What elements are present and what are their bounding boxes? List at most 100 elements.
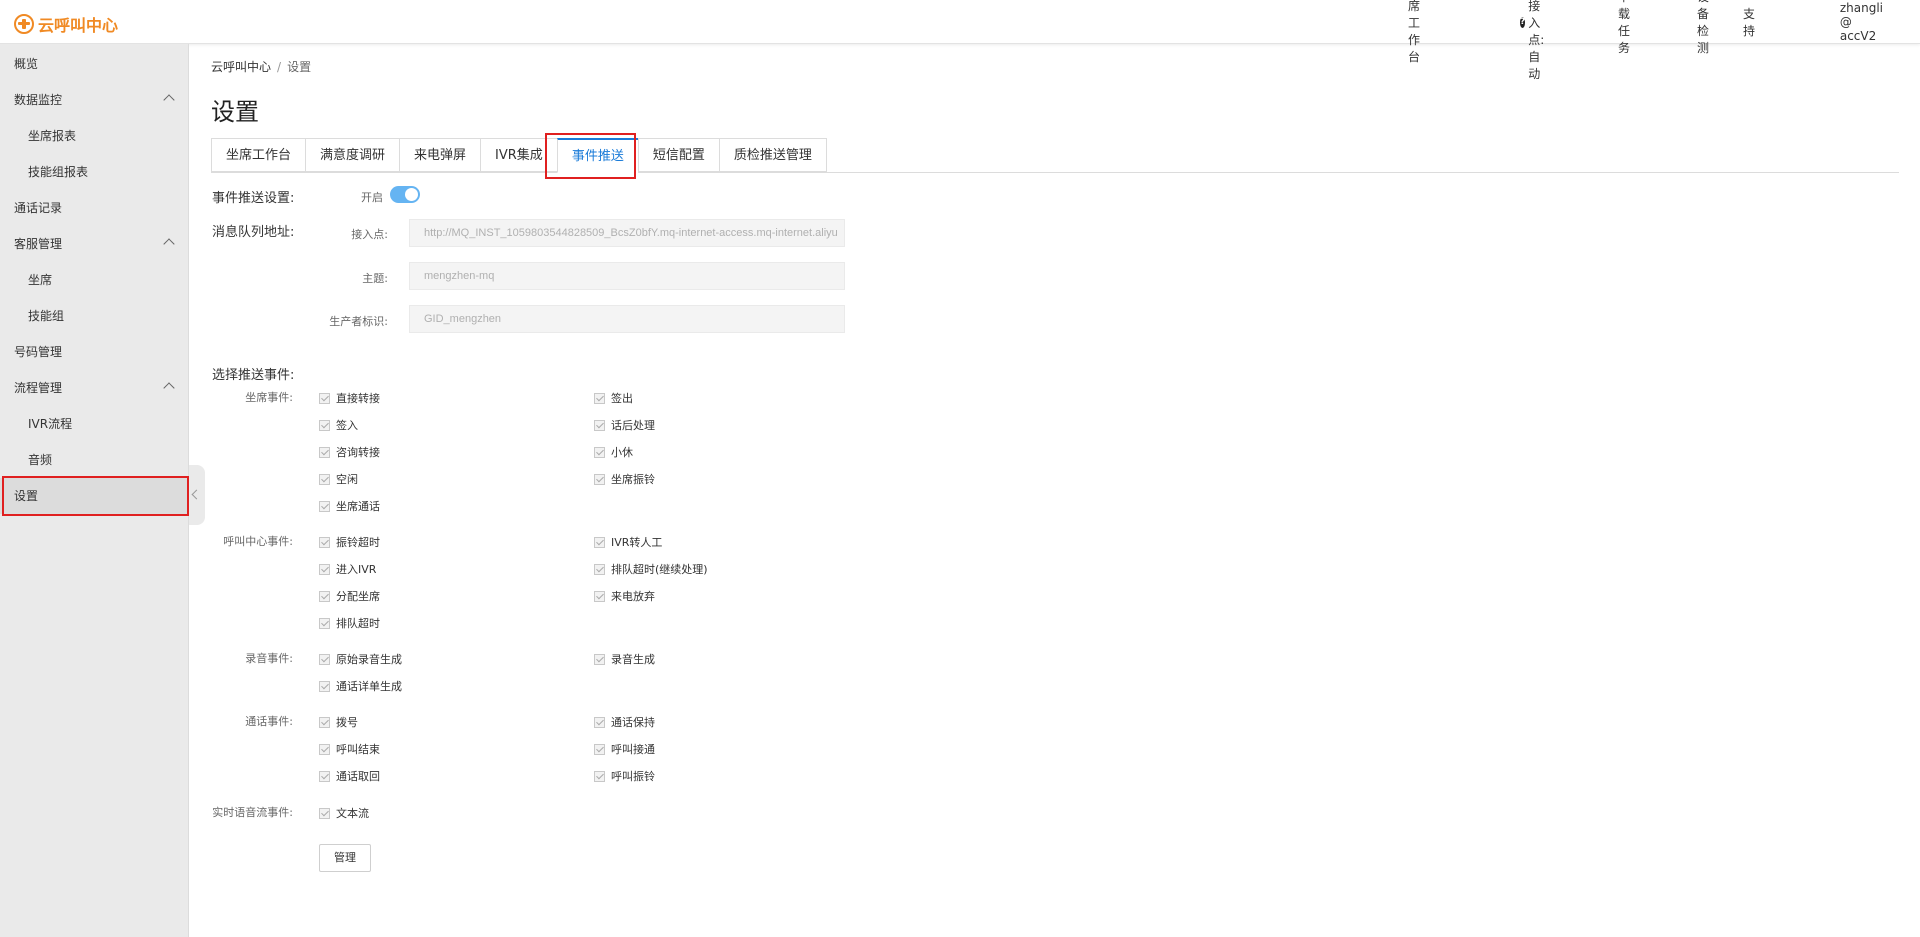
checkbox-label: 呼叫振铃 — [611, 770, 655, 783]
breadcrumb-separator: / — [277, 60, 282, 74]
checkbox-icon — [594, 653, 605, 665]
checkbox-label: 直接转接 — [336, 392, 380, 405]
producer-label: 生产者标识: — [329, 315, 388, 328]
checkbox-call-event[interactable]: 通话取回 — [319, 768, 380, 784]
sidebar: 概览 数据监控 坐席报表 技能组报表 通话记录 客服管理 坐席 技能组 号码管理… — [0, 44, 189, 937]
checkbox-label: 通话取回 — [336, 770, 380, 783]
sidebar-item-cs-mgmt[interactable]: 客服管理 — [0, 226, 189, 262]
breadcrumb-root[interactable]: 云呼叫中心 — [211, 60, 271, 74]
endpoint-field[interactable]: http://MQ_INST_1059803544828509_BcsZ0bfY… — [409, 219, 845, 247]
checkbox-call-event[interactable]: 呼叫结束 — [319, 741, 380, 757]
brand-name: 云呼叫中心 — [38, 16, 119, 35]
checkbox-label: 来电放弃 — [611, 590, 655, 603]
checkbox-call-event[interactable]: 呼叫接通 — [594, 741, 655, 757]
checkbox-call-event[interactable]: 拨号 — [319, 714, 358, 730]
topnav-access-point[interactable]: ? 坐席接入点:自动 — [1519, 0, 1550, 82]
checkbox-icon — [594, 770, 605, 782]
checkbox-agent-event[interactable]: 签入 — [319, 417, 358, 433]
checkbox-label: 空闲 — [336, 473, 358, 486]
checkbox-callcenter-event[interactable]: 分配坐席 — [319, 588, 380, 604]
sidebar-item-data-monitor[interactable]: 数据监控 — [0, 82, 189, 118]
checkbox-icon — [319, 617, 330, 629]
checkbox-icon — [319, 807, 330, 819]
sidebar-item-call-records[interactable]: 通话记录 — [0, 190, 189, 226]
checkbox-label: 小休 — [611, 446, 633, 459]
brand-logo[interactable]: 云呼叫中心 — [14, 12, 118, 36]
checkbox-callcenter-event[interactable]: IVR转人工 — [594, 534, 662, 550]
sidebar-item-number-mgmt[interactable]: 号码管理 — [0, 334, 189, 370]
page-title: 设置 — [211, 98, 259, 126]
callcenter-events-label: 呼叫中心事件: — [223, 535, 293, 548]
checkbox-call-event[interactable]: 通话保持 — [594, 714, 655, 730]
topic-field[interactable]: mengzhen-mq — [409, 262, 845, 290]
sidebar-item-label: 流程管理 — [14, 381, 63, 395]
tab-ivr-integration[interactable]: IVR集成 — [480, 138, 557, 172]
checkbox-callcenter-event[interactable]: 排队超时 — [319, 615, 380, 631]
sidebar-item-settings[interactable]: 设置 — [0, 478, 189, 514]
call-events-label: 通话事件: — [245, 715, 293, 728]
topnav-download[interactable]: 下载任务 — [1618, 0, 1630, 56]
producer-id-field[interactable]: GID_mengzhen — [409, 305, 845, 333]
sidebar-item-overview[interactable]: 概览 — [0, 46, 189, 82]
event-push-toggle[interactable] — [390, 186, 420, 203]
tab-event-push[interactable]: 事件推送 — [556, 138, 638, 173]
endpoint-label: 接入点: — [351, 228, 388, 241]
checkbox-label: 签入 — [336, 419, 358, 432]
checkbox-agent-event[interactable]: 咨询转接 — [319, 444, 380, 460]
sidebar-item-ivr-flow[interactable]: IVR流程 — [0, 406, 189, 442]
checkbox-callcenter-event[interactable]: 进入IVR — [319, 561, 376, 577]
checkbox-callcenter-event[interactable]: 振铃超时 — [319, 534, 380, 550]
sidebar-item-flow-mgmt[interactable]: 流程管理 — [0, 370, 189, 406]
sidebar-item-skillgroup-report[interactable]: 技能组报表 — [0, 154, 189, 190]
sidebar-item-agent-report[interactable]: 坐席报表 — [0, 118, 189, 154]
checkbox-label: 分配坐席 — [336, 590, 380, 603]
breadcrumb: 云呼叫中心 / 设置 — [211, 58, 311, 75]
checkbox-agent-event[interactable]: 坐席通话 — [319, 498, 380, 514]
headset-logo-icon — [14, 14, 34, 34]
checkbox-agent-event[interactable]: 直接转接 — [319, 390, 380, 406]
stream-events-label: 实时语音流事件: — [212, 806, 293, 819]
checkbox-label: 录音生成 — [611, 653, 655, 666]
checkbox-stream-event[interactable]: 文本流 — [319, 805, 369, 821]
topnav-access-point-label: 坐席接入点:自动 — [1528, 0, 1545, 81]
topnav-support[interactable]: 支持 — [1743, 5, 1755, 39]
topnav-user-menu[interactable]: zhangli @ accV2 — [1840, 1, 1883, 43]
select-events-label: 选择推送事件: — [212, 368, 295, 383]
checkbox-label: 呼叫结束 — [336, 743, 380, 756]
checkbox-label: IVR转人工 — [611, 536, 663, 549]
checkbox-agent-event[interactable]: 签出 — [594, 390, 633, 406]
checkbox-call-event[interactable]: 呼叫振铃 — [594, 768, 655, 784]
checkbox-callcenter-event[interactable]: 来电放弃 — [594, 588, 655, 604]
chevron-up-icon — [163, 94, 175, 106]
sidebar-item-audio[interactable]: 音频 — [0, 442, 189, 478]
checkbox-label: 坐席通话 — [336, 500, 380, 513]
tab-sms-config[interactable]: 短信配置 — [637, 138, 719, 172]
checkbox-agent-event[interactable]: 空闲 — [319, 471, 358, 487]
checkbox-recording-event[interactable]: 通话详单生成 — [319, 678, 402, 694]
checkbox-recording-event[interactable]: 录音生成 — [594, 651, 655, 667]
tab-workbench[interactable]: 坐席工作台 — [211, 138, 306, 172]
checkbox-icon — [319, 392, 330, 404]
checkbox-agent-event[interactable]: 话后处理 — [594, 417, 655, 433]
topnav-workbench[interactable]: 坐席工作台 — [1408, 0, 1420, 65]
topic-label: 主题: — [362, 272, 388, 285]
sidebar-item-agents[interactable]: 坐席 — [0, 262, 189, 298]
checkbox-recording-event[interactable]: 原始录音生成 — [319, 651, 402, 667]
checkbox-icon — [594, 419, 605, 431]
tabs-divider — [211, 172, 1899, 173]
checkbox-icon — [319, 653, 330, 665]
checkbox-icon — [319, 500, 330, 512]
sidebar-collapse-handle[interactable] — [189, 465, 205, 525]
checkbox-agent-event[interactable]: 小休 — [594, 444, 633, 460]
sidebar-item-skillgroups[interactable]: 技能组 — [0, 298, 189, 334]
checkbox-callcenter-event[interactable]: 排队超时(继续处理) — [594, 561, 708, 577]
checkbox-agent-event[interactable]: 坐席振铃 — [594, 471, 655, 487]
tab-screen-pop[interactable]: 来电弹屏 — [399, 138, 481, 172]
chevron-up-icon — [163, 238, 175, 250]
tab-qc-push[interactable]: 质检推送管理 — [718, 138, 827, 172]
checkbox-icon — [594, 743, 605, 755]
tab-satisfaction[interactable]: 满意度调研 — [305, 138, 400, 172]
checkbox-icon — [594, 446, 605, 458]
manage-button[interactable]: 管理 — [319, 844, 371, 872]
topnav-device-check[interactable]: 设备检测 — [1697, 0, 1709, 56]
